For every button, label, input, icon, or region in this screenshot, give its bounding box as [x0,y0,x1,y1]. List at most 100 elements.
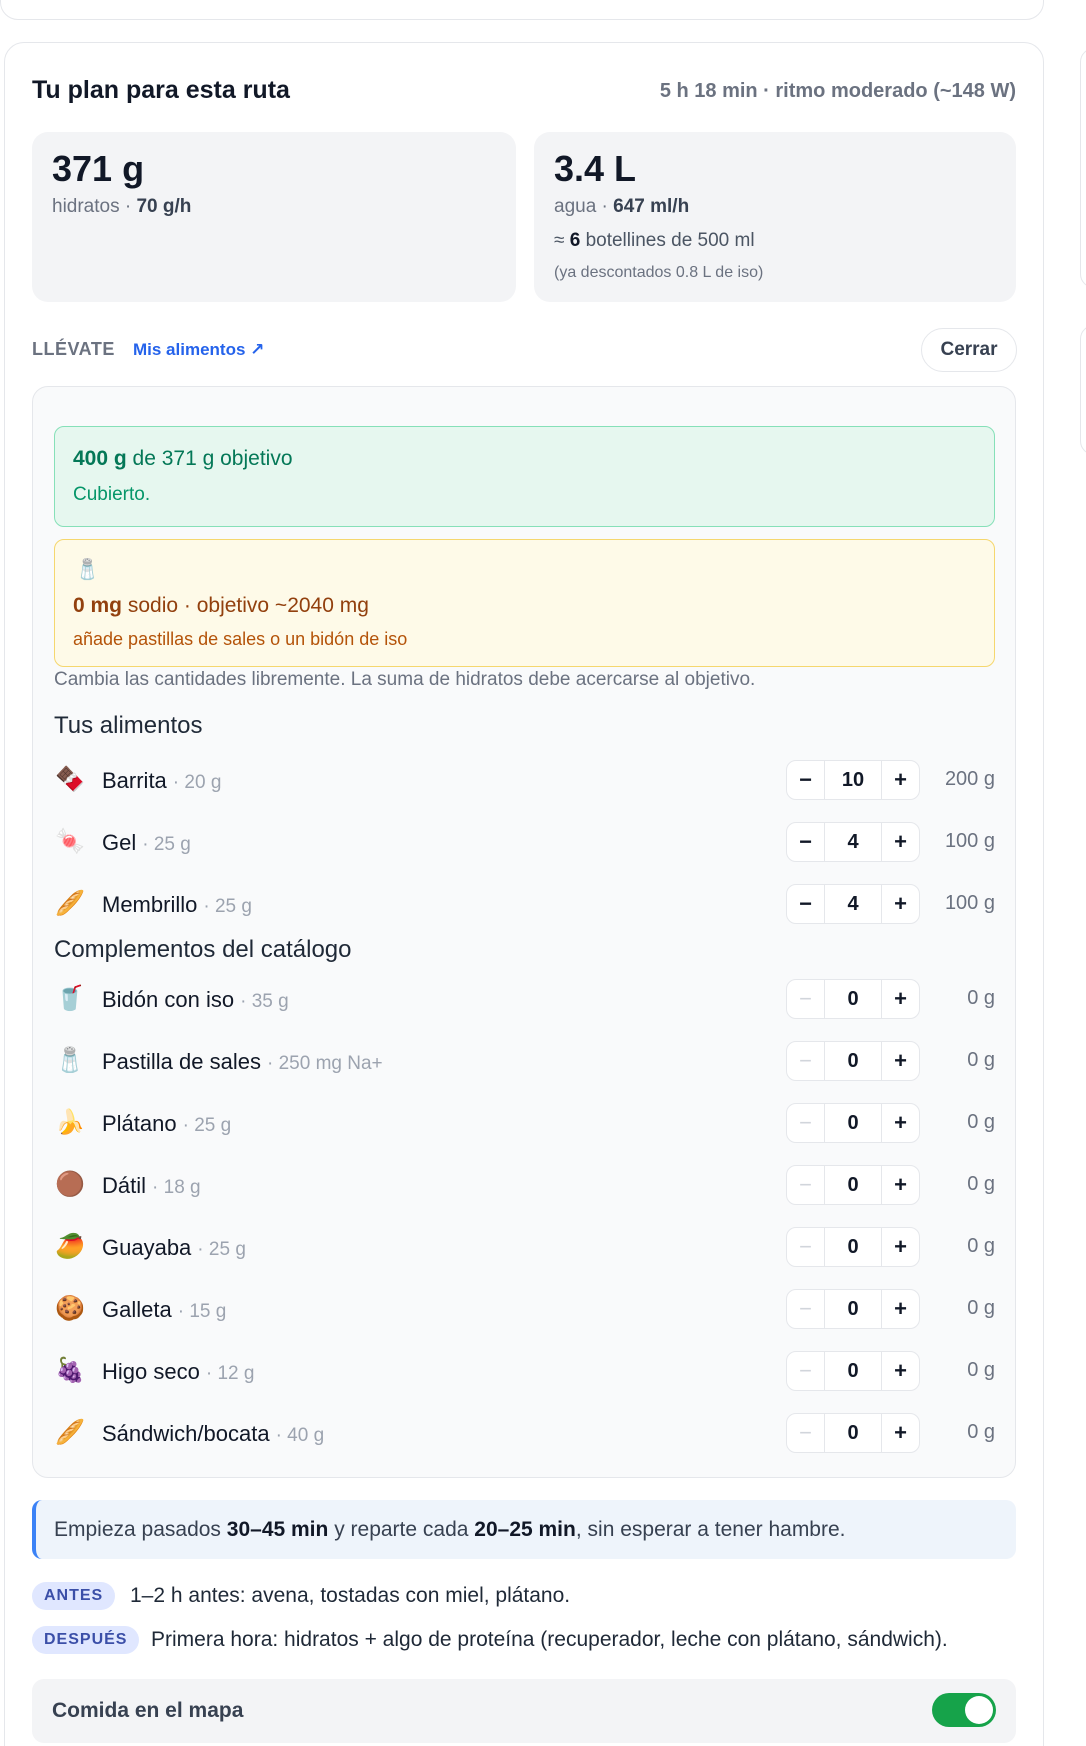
food-total: 100 g [944,830,995,852]
decrease-button[interactable]: − [787,1414,825,1452]
mango-icon: 🥭 [55,1233,85,1260]
food-name: Membrillo · 25 g [102,892,252,917]
coverage-summary: 400 g de 371 g objetivo [73,447,293,470]
increase-button[interactable]: + [881,1104,919,1142]
increase-button[interactable]: + [881,761,919,799]
food-row: 🥖 Membrillo · 25 g −4 +100 g [54,880,995,932]
food-name: Pastilla de sales · 250 mg Na+ [102,1049,383,1074]
sodium-summary: 0 mg sodio · objetivo ~2040 mg [73,594,369,617]
food-unit: · 12 g [205,1363,255,1384]
decrease-button[interactable]: − [787,1290,825,1328]
carbs-coverage-box: 400 g de 371 g objetivo Cubierto. [54,426,995,527]
carbs-stat: 371 g hidratos · 70 g/h [32,132,516,302]
decrease-button[interactable]: − [787,980,825,1018]
after-badge: DESPUÉS [32,1626,140,1654]
increase-button[interactable]: + [881,1042,919,1080]
increase-button[interactable]: + [881,1166,919,1204]
food-row: 🥖 Sándwich/bocata · 40 g −0 +0 g [54,1409,995,1461]
quantity-value: 0 [847,1359,859,1382]
decrease-button[interactable]: − [787,823,825,861]
food-unit: · 25 g [197,1239,246,1260]
decrease-button[interactable]: − [787,761,825,799]
quantity-stepper: −4 + [786,884,920,924]
food-name: Galleta · 15 g [102,1297,227,1322]
food-name: Guayaba · 25 g [102,1235,246,1260]
decrease-button[interactable]: − [787,1104,825,1142]
my-foods-link[interactable]: Mis alimentos ↗ [133,340,264,360]
coverage-status: Cubierto. [73,484,151,505]
food-name: Barrita · 20 g [102,768,222,793]
food-row: 🟤 Dátil · 18 g −0 +0 g [54,1161,995,1213]
date-fruit-icon: 🟤 [55,1171,85,1198]
decrease-button[interactable]: − [787,885,825,923]
food-total: 100 g [944,892,995,914]
quantity-value: 4 [847,892,859,915]
increase-button[interactable]: + [881,980,919,1018]
decrease-button[interactable]: − [787,1166,825,1204]
increase-button[interactable]: + [881,885,919,923]
timing-tip: Empieza pasados 30–45 min y reparte cada… [32,1500,1016,1559]
timing-tip-text: Empieza pasados 30–45 min y reparte cada… [54,1518,846,1541]
decrease-button[interactable]: − [787,1352,825,1390]
my-foods-title: Tus alimentos [54,712,203,739]
take-label: LLÉVATE [32,339,115,359]
quantity-stepper: −0 + [786,1165,920,1205]
food-total: 0 g [967,1359,995,1381]
carbs-rate: hidratos · 70 g/h [52,196,192,217]
quantity-value: 10 [841,768,865,791]
increase-button[interactable]: + [881,1290,919,1328]
quantities-hint: Cambia las cantidades libremente. La sum… [54,669,756,690]
food-row: 🍬 Gel · 25 g −4 +100 g [54,818,995,870]
food-row: 🧂 Pastilla de sales · 250 mg Na+ −0 +0 g [54,1037,995,1089]
sodium-warning-box: 🧂 0 mg sodio · objetivo ~2040 mg añade p… [54,539,995,667]
quantity-value: 0 [847,1235,859,1258]
quantity-stepper: −0 + [786,1227,920,1267]
food-name: Gel · 25 g [102,830,191,855]
increase-button[interactable]: + [881,1352,919,1390]
food-row: 🍇 Higo seco · 12 g −0 +0 g [54,1347,995,1399]
plan-title: Tu plan para esta ruta [32,76,290,104]
water-total: 3.4 L [554,148,637,189]
quantity-value: 0 [847,1421,859,1444]
quantity-value: 4 [847,830,859,853]
cup-with-straw-icon: 🥤 [55,985,85,1012]
decrease-button[interactable]: − [787,1042,825,1080]
quantity-stepper: −0 + [786,1041,920,1081]
quantity-stepper: −4 + [786,822,920,862]
previous-card [0,0,1044,20]
cookie-icon: 🍪 [55,1295,85,1322]
food-total: 200 g [944,768,995,790]
water-rate: agua · 647 ml/h [554,196,690,217]
decrease-button[interactable]: − [787,1228,825,1266]
map-food-toggle[interactable] [932,1693,996,1727]
food-total: 0 g [967,1297,995,1319]
increase-button[interactable]: + [881,1414,919,1452]
food-row: 🍫 Barrita · 20 g −10 +200 g [54,756,995,808]
food-total: 0 g [967,1049,995,1071]
increase-button[interactable]: + [881,823,919,861]
candy-icon: 🍬 [55,828,85,855]
food-unit: · 25 g [182,1115,232,1136]
chocolate-bar-icon: 🍫 [55,766,85,793]
quantity-stepper: −0 + [786,1289,920,1329]
plan-duration-pace: 5 h 18 min · ritmo moderado (~148 W) [659,80,1016,102]
side-card [1080,48,1086,288]
food-unit: · 25 g [203,896,252,917]
quantity-stepper: −10 + [786,760,920,800]
increase-button[interactable]: + [881,1228,919,1266]
quantity-value: 0 [847,1049,859,1072]
food-name: Plátano · 25 g [102,1111,232,1136]
map-food-row: Comida en el mapa [32,1679,1016,1743]
salt-shaker-icon: 🧂 [55,1047,85,1074]
close-button[interactable]: Cerrar [921,328,1017,372]
quantity-value: 0 [847,1173,859,1196]
quantity-stepper: −0 + [786,979,920,1019]
carbs-total: 371 g [52,148,145,189]
map-food-label: Comida en el mapa [52,1699,244,1722]
food-row: 🥤 Bidón con iso · 35 g −0 +0 g [54,975,995,1027]
baguette-icon: 🥖 [55,1419,85,1446]
food-total: 0 g [967,1173,995,1195]
baguette-icon: 🥖 [55,890,85,917]
quantity-value: 0 [847,1297,859,1320]
grapes-icon: 🍇 [55,1357,85,1384]
